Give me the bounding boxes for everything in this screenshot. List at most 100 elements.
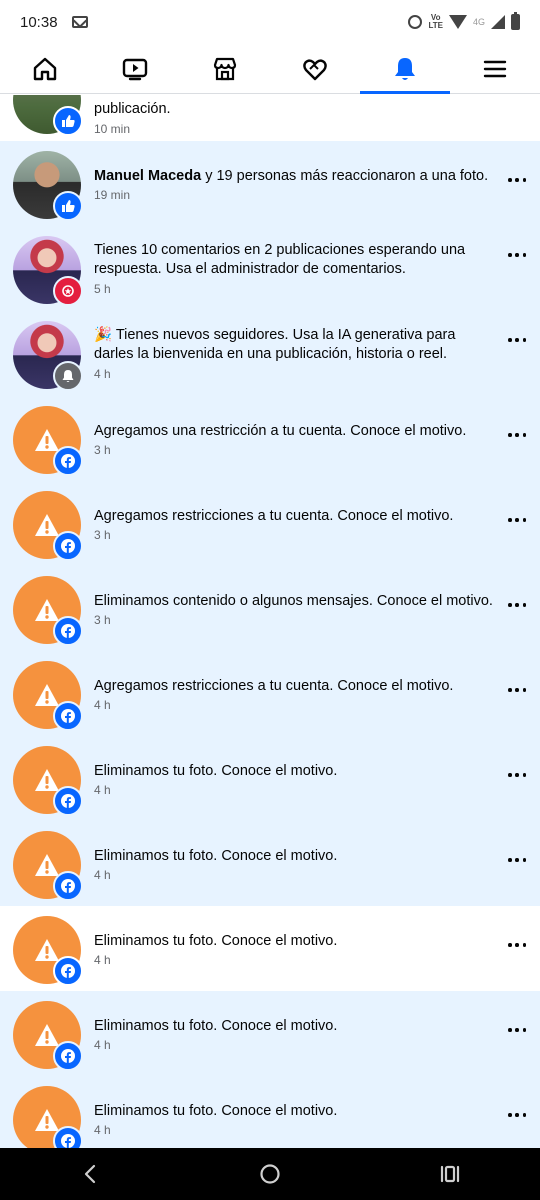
tab-dating[interactable] — [270, 44, 360, 93]
notification-item[interactable]: publicación. 10 min — [0, 95, 540, 141]
facebook-icon — [53, 701, 83, 731]
recents-icon — [440, 1165, 460, 1183]
avatar-wrap — [13, 95, 83, 136]
top-tab-bar — [0, 44, 540, 94]
notification-item[interactable]: Agregamos restricciones a tu cuenta. Con… — [0, 481, 540, 566]
facebook-icon — [53, 786, 83, 816]
mail-icon — [71, 16, 88, 28]
more-options-button[interactable] — [508, 681, 526, 699]
notification-text: Eliminamos tu foto. Conoce el motivo. — [94, 1103, 338, 1119]
notification-text: 🎉 Tienes nuevos seguidores. Usa la IA ge… — [94, 327, 456, 362]
avatar-wrap — [13, 236, 83, 306]
like-icon — [53, 191, 83, 221]
facebook-icon — [53, 1126, 83, 1148]
notification-item[interactable]: Eliminamos tu foto. Conoce el motivo. 4 … — [0, 736, 540, 821]
notification-time: 4 h — [94, 868, 111, 882]
avatar-wrap — [13, 576, 83, 646]
notification-time: 4 h — [94, 1038, 111, 1052]
notification-time: 3 h — [94, 443, 111, 457]
notification-time: 3 h — [94, 613, 111, 627]
more-options-button[interactable] — [508, 331, 526, 349]
notification-item[interactable]: Eliminamos contenido o algunos mensajes.… — [0, 566, 540, 651]
nav-recents-button[interactable] — [420, 1154, 480, 1194]
notification-item[interactable]: 🎉 Tienes nuevos seguidores. Usa la IA ge… — [0, 311, 540, 396]
more-options-button[interactable] — [508, 171, 526, 189]
notification-text: Eliminamos contenido o algunos mensajes.… — [94, 593, 493, 609]
bell-icon — [53, 361, 83, 391]
notification-text: Eliminamos tu foto. Conoce el motivo. — [94, 763, 338, 779]
status-time: 10:38 — [20, 13, 58, 31]
status-bar: 10:38 Vo LTE 4G — [0, 0, 540, 44]
more-options-button[interactable] — [508, 1106, 526, 1124]
notification-item[interactable]: Eliminamos tu foto. Conoce el motivo. 4 … — [0, 821, 540, 906]
notification-text: Agregamos restricciones a tu cuenta. Con… — [94, 508, 454, 524]
tab-video[interactable] — [90, 44, 180, 93]
nav-home-button[interactable] — [240, 1154, 300, 1194]
home-circle-icon — [260, 1164, 280, 1184]
notification-text: Eliminamos tu foto. Conoce el motivo. — [94, 848, 338, 864]
notification-time: 4 h — [94, 783, 111, 797]
facebook-icon — [53, 616, 83, 646]
notification-item[interactable]: Tienes 10 comentarios en 2 publicaciones… — [0, 226, 540, 311]
notification-item[interactable]: Manuel Maceda y 19 personas más reaccion… — [0, 141, 540, 226]
avatar-wrap — [13, 1001, 83, 1071]
tab-marketplace[interactable] — [180, 44, 270, 93]
back-icon — [84, 1164, 96, 1184]
avatar-wrap — [13, 831, 83, 901]
notification-text: Agregamos una restricción a tu cuenta. C… — [94, 423, 467, 439]
tab-notifications[interactable] — [360, 44, 450, 94]
avatar-wrap — [13, 746, 83, 816]
avatar-wrap — [13, 491, 83, 561]
more-options-button[interactable] — [508, 936, 526, 954]
notification-item[interactable]: Eliminamos tu foto. Conoce el motivo. 4 … — [0, 1076, 540, 1148]
home-icon — [33, 57, 57, 80]
heart-icon — [303, 58, 327, 80]
avatar-wrap — [13, 1086, 83, 1148]
avatar-wrap — [13, 321, 83, 391]
marketplace-icon — [213, 57, 237, 80]
volte-indicator: Vo LTE — [428, 14, 443, 30]
notification-time: 4 h — [94, 698, 111, 712]
facebook-icon — [53, 956, 83, 986]
notification-time: 3 h — [94, 528, 111, 542]
bell-icon — [395, 57, 415, 80]
notification-item[interactable]: Eliminamos tu foto. Conoce el motivo. 4 … — [0, 991, 540, 1076]
network-type: 4G — [472, 17, 485, 27]
notification-list: publicación. 10 min Manuel Maceda y 19 p… — [0, 95, 540, 1148]
avatar-wrap — [13, 916, 83, 986]
notification-text: Eliminamos tu foto. Conoce el motivo. — [94, 1018, 338, 1034]
notification-item[interactable]: Agregamos restricciones a tu cuenta. Con… — [0, 651, 540, 736]
notification-text: Tienes 10 comentarios en 2 publicaciones… — [94, 242, 466, 277]
notification-time: 10 min — [94, 122, 131, 136]
more-options-button[interactable] — [508, 766, 526, 784]
nav-back-button[interactable] — [60, 1154, 120, 1194]
more-options-button[interactable] — [508, 246, 526, 264]
notification-text: publicación. — [94, 101, 171, 117]
more-options-button[interactable] — [508, 851, 526, 869]
notification-text: Manuel Maceda y 19 personas más reaccion… — [94, 168, 489, 184]
more-options-button[interactable] — [508, 426, 526, 444]
notification-item[interactable]: Agregamos una restricción a tu cuenta. C… — [0, 396, 540, 481]
signal-icon — [491, 15, 505, 29]
notification-time: 4 h — [94, 953, 111, 967]
notification-time: 4 h — [94, 367, 111, 381]
wifi-icon — [448, 15, 467, 29]
menu-icon — [483, 60, 507, 77]
tab-menu[interactable] — [450, 44, 540, 93]
notification-time: 5 h — [94, 282, 111, 296]
facebook-icon — [53, 446, 83, 476]
notification-item[interactable]: Eliminamos tu foto. Conoce el motivo. 4 … — [0, 906, 540, 991]
facebook-icon — [53, 871, 83, 901]
system-nav-bar — [0, 1148, 540, 1200]
video-icon — [122, 58, 148, 80]
avatar-wrap — [13, 661, 83, 731]
tab-home[interactable] — [0, 44, 90, 93]
more-options-button[interactable] — [508, 596, 526, 614]
notification-time: 4 h — [94, 1123, 111, 1137]
notification-time: 19 min — [94, 188, 131, 202]
battery-icon — [511, 12, 520, 30]
notification-text: Agregamos restricciones a tu cuenta. Con… — [94, 678, 454, 694]
more-options-button[interactable] — [508, 511, 526, 529]
avatar-wrap — [13, 151, 83, 221]
more-options-button[interactable] — [508, 1021, 526, 1039]
